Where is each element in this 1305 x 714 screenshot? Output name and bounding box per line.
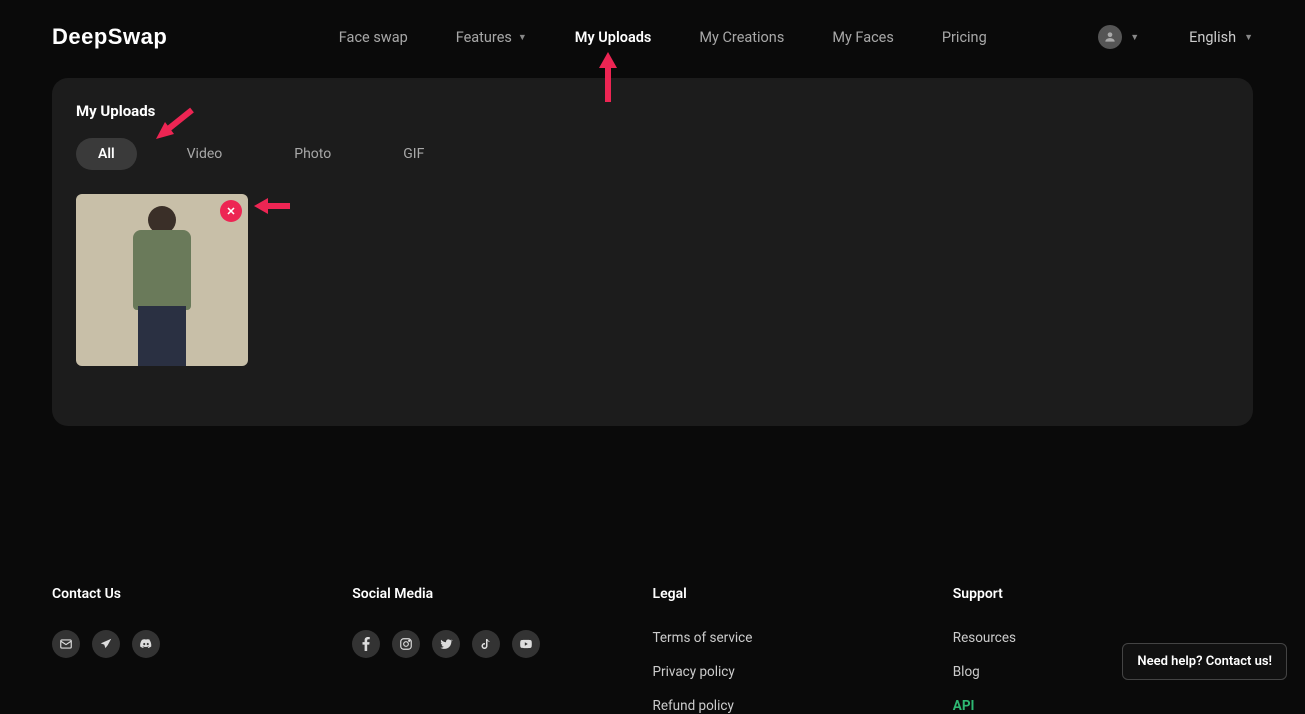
footer-contact: Contact Us [52,586,352,714]
nav-pricing[interactable]: Pricing [942,29,987,46]
nav-my-uploads[interactable]: My Uploads [575,29,652,46]
tiktok-icon[interactable] [472,630,500,658]
email-icon[interactable] [52,630,80,658]
language-label: English [1189,29,1236,46]
uploads-gallery: ✕ [76,194,1229,366]
logo[interactable]: DeepSwap [52,24,167,50]
refund-link[interactable]: Refund policy [653,698,953,714]
language-selector[interactable]: English ▼ [1189,29,1253,46]
api-link[interactable]: API [953,698,1253,714]
twitter-icon[interactable] [432,630,460,658]
chevron-down-icon: ▼ [1130,32,1139,43]
header-right: ▼ English ▼ [1098,25,1253,49]
footer-social: Social Media [352,586,652,714]
tab-all[interactable]: All [76,138,137,170]
nav-face-swap[interactable]: Face swap [339,29,408,46]
nav-my-creations[interactable]: My Creations [699,29,784,46]
contact-icons [52,630,352,658]
uploads-panel: My Uploads All Video Photo GIF ✕ [52,78,1253,426]
instagram-icon[interactable] [392,630,420,658]
legal-links: Terms of service Privacy policy Refund p… [653,630,953,714]
footer-contact-title: Contact Us [52,586,352,602]
chevron-down-icon: ▼ [518,32,527,43]
nav-my-faces[interactable]: My Faces [832,29,894,46]
close-icon: ✕ [226,205,235,218]
telegram-icon[interactable] [92,630,120,658]
nav-features[interactable]: Features ▼ [456,29,527,46]
facebook-icon[interactable] [352,630,380,658]
discord-icon[interactable] [132,630,160,658]
nav-features-label: Features [456,29,512,46]
tab-video[interactable]: Video [165,138,245,170]
social-icons [352,630,652,658]
page-title: My Uploads [76,102,1229,120]
footer-legal-title: Legal [653,586,953,602]
youtube-icon[interactable] [512,630,540,658]
filter-tabs: All Video Photo GIF [76,138,1229,170]
user-avatar-icon [1098,25,1122,49]
main-nav: Face swap Features ▼ My Uploads My Creat… [339,29,987,46]
help-button[interactable]: Need help? Contact us! [1122,643,1287,680]
tos-link[interactable]: Terms of service [653,630,953,646]
footer-legal: Legal Terms of service Privacy policy Re… [653,586,953,714]
delete-button[interactable]: ✕ [220,200,242,222]
footer-social-title: Social Media [352,586,652,602]
tab-photo[interactable]: Photo [272,138,353,170]
thumbnail-image [127,206,197,366]
footer-support-title: Support [953,586,1253,602]
user-menu[interactable]: ▼ [1098,25,1139,49]
header: DeepSwap Face swap Features ▼ My Uploads… [0,0,1305,74]
footer: Contact Us Social Media Legal Terms of s… [0,426,1305,714]
upload-thumbnail[interactable]: ✕ [76,194,248,366]
chevron-down-icon: ▼ [1244,32,1253,43]
tab-gif[interactable]: GIF [381,138,446,170]
privacy-link[interactable]: Privacy policy [653,664,953,680]
